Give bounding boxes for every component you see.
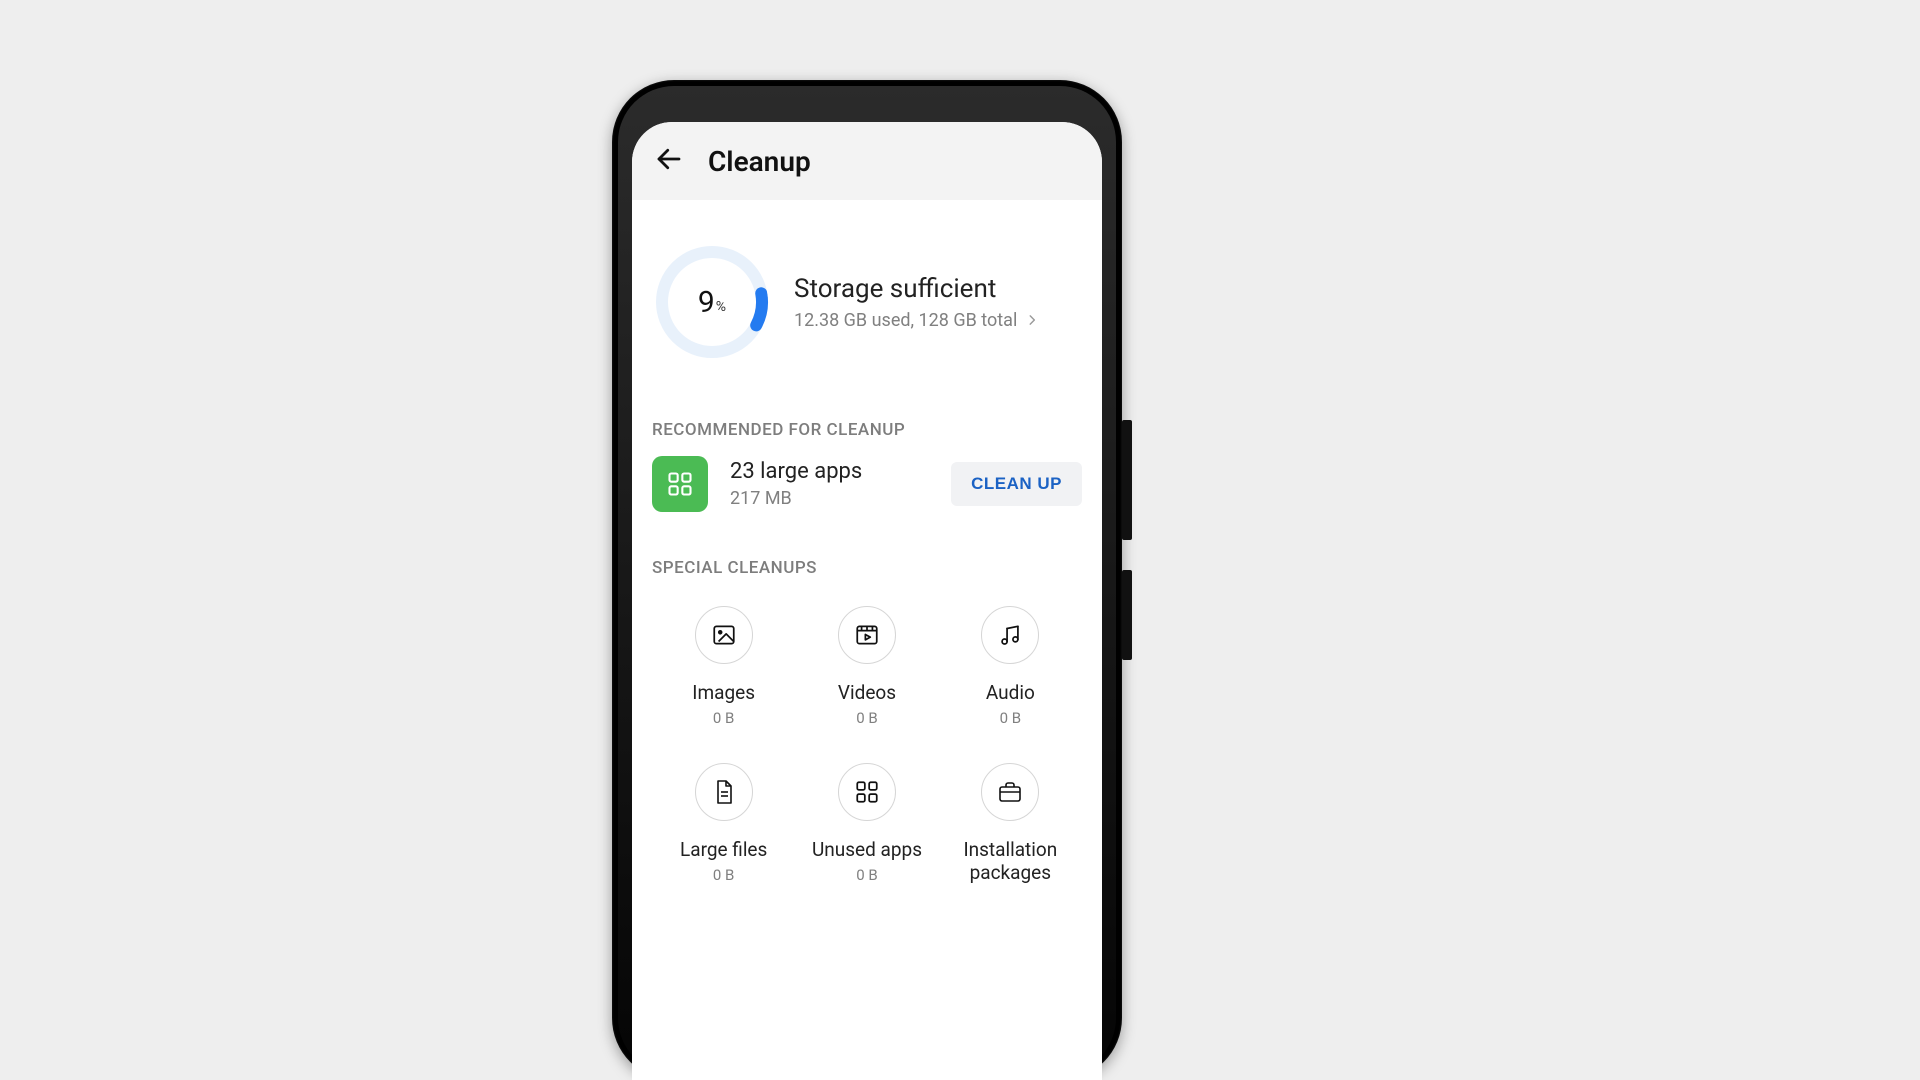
storage-donut: 9 % <box>656 246 768 358</box>
special-cleanup-size: 0 B <box>856 866 878 884</box>
special-cleanups-grid: Images 0 B Videos <box>652 606 1082 888</box>
recommended-item-title: 23 large apps <box>730 459 929 484</box>
special-cleanup-size: 0 B <box>713 709 735 727</box>
storage-percent-unit: % <box>716 290 726 315</box>
recommended-item[interactable]: 23 large apps 217 MB CLEAN UP <box>652 456 1082 512</box>
audio-icon <box>981 606 1039 664</box>
storage-status-title: Storage sufficient <box>794 274 1082 304</box>
recommended-item-size: 217 MB <box>730 488 929 509</box>
apps-icon <box>652 456 708 512</box>
phone-device-frame: Cleanup 9 % Stora <box>612 80 1122 1080</box>
chevron-right-icon <box>1025 313 1039 327</box>
special-cleanup-label: Installation packages <box>939 839 1082 885</box>
storage-summary[interactable]: 9 % Storage sufficient 12.38 GB used, 12… <box>652 200 1082 388</box>
special-cleanup-label: Unused apps <box>812 839 922 862</box>
videos-icon <box>838 606 896 664</box>
special-cleanup-large-files[interactable]: Large files 0 B <box>652 763 795 889</box>
storage-percent-number: 9 <box>698 285 715 320</box>
back-icon[interactable] <box>654 144 684 178</box>
special-cleanup-label: Large files <box>680 839 767 862</box>
special-cleanup-videos[interactable]: Videos 0 B <box>795 606 938 727</box>
special-cleanup-size: 0 B <box>713 866 735 884</box>
special-cleanup-images[interactable]: Images 0 B <box>652 606 795 727</box>
special-cleanup-label: Videos <box>838 682 896 705</box>
recommended-section-label: RECOMMENDED FOR CLEANUP <box>652 388 1082 456</box>
power-button <box>1122 570 1132 660</box>
images-icon <box>695 606 753 664</box>
app-bar: Cleanup <box>632 122 1102 200</box>
page-title: Cleanup <box>708 145 811 178</box>
special-cleanup-unused-apps[interactable]: Unused apps 0 B <box>795 763 938 889</box>
unused-apps-icon <box>838 763 896 821</box>
large-files-icon <box>695 763 753 821</box>
page-content: 9 % Storage sufficient 12.38 GB used, 12… <box>632 200 1102 1080</box>
special-cleanup-size: 0 B <box>856 709 878 727</box>
clean-up-button[interactable]: CLEAN UP <box>951 462 1082 506</box>
volume-button <box>1122 420 1132 540</box>
special-cleanup-label: Audio <box>986 682 1035 705</box>
storage-status-sub: 12.38 GB used, 128 GB total <box>794 310 1017 331</box>
special-cleanup-size: 0 B <box>1000 709 1022 727</box>
install-packages-icon <box>981 763 1039 821</box>
special-cleanup-install-packages[interactable]: Installation packages <box>939 763 1082 889</box>
special-cleanup-audio[interactable]: Audio 0 B <box>939 606 1082 727</box>
special-cleanups-label: SPECIAL CLEANUPS <box>652 512 1082 594</box>
phone-screen: Cleanup 9 % Stora <box>632 122 1102 1080</box>
special-cleanup-label: Images <box>692 682 755 705</box>
